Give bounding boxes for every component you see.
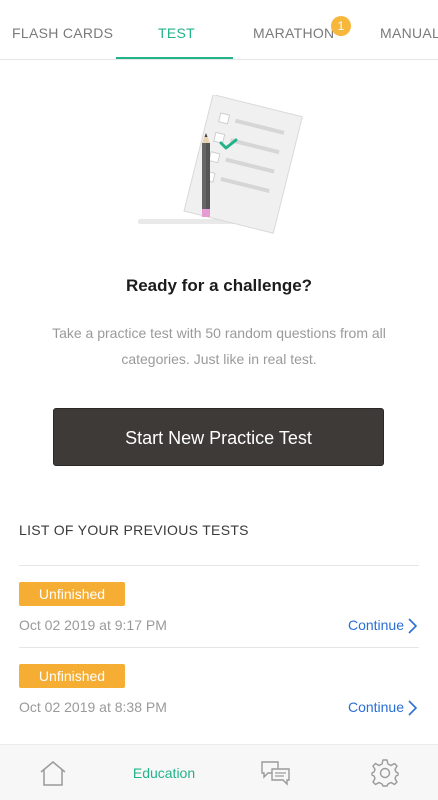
test-description: Take a practice test with 50 random ques… bbox=[52, 325, 386, 367]
home-icon bbox=[40, 761, 66, 786]
start-new-test-button[interactable]: Start New Practice Test bbox=[53, 408, 384, 466]
page-headline: Ready for a challenge? bbox=[125, 276, 313, 295]
status-badge: Unfinished bbox=[19, 664, 125, 688]
tab-test[interactable]: TEST bbox=[158, 0, 195, 59]
chevron-right-icon[interactable] bbox=[405, 617, 419, 635]
test-row: Unfinished Oct 02 2019 at 9:17 PM Contin… bbox=[19, 565, 419, 647]
continue-link[interactable]: Continue bbox=[348, 617, 404, 633]
tab-marathon[interactable]: MARATHON bbox=[253, 0, 334, 59]
top-tab-bar: FLASH CARDS TEST MARATHON 1 MANUAL bbox=[0, 0, 438, 60]
nav-education-label: Education bbox=[132, 765, 196, 781]
continue-link[interactable]: Continue bbox=[348, 699, 404, 715]
bottom-navigation: Education bbox=[0, 744, 438, 800]
nav-settings[interactable] bbox=[352, 745, 418, 800]
tab-flash-cards[interactable]: FLASH CARDS bbox=[12, 0, 113, 59]
test-date: Oct 02 2019 at 9:17 PM bbox=[19, 617, 167, 633]
test-date: Oct 02 2019 at 8:38 PM bbox=[19, 699, 167, 715]
tab-manual[interactable]: MANUAL bbox=[380, 0, 438, 59]
nav-home[interactable] bbox=[20, 745, 86, 800]
gear-icon bbox=[371, 759, 399, 787]
chevron-right-icon[interactable] bbox=[405, 699, 419, 717]
previous-tests-title: LIST OF YOUR PREVIOUS TESTS bbox=[19, 522, 249, 538]
nav-chat[interactable] bbox=[243, 745, 309, 800]
chat-icon bbox=[261, 761, 290, 786]
marathon-badge: 1 bbox=[331, 16, 351, 36]
status-badge: Unfinished bbox=[19, 582, 125, 606]
test-illustration bbox=[130, 93, 310, 240]
checklist-pencil-icon bbox=[138, 93, 303, 234]
nav-education[interactable]: Education bbox=[118, 745, 210, 800]
test-row: Unfinished Oct 02 2019 at 8:38 PM Contin… bbox=[19, 647, 419, 729]
active-tab-indicator bbox=[116, 57, 233, 59]
